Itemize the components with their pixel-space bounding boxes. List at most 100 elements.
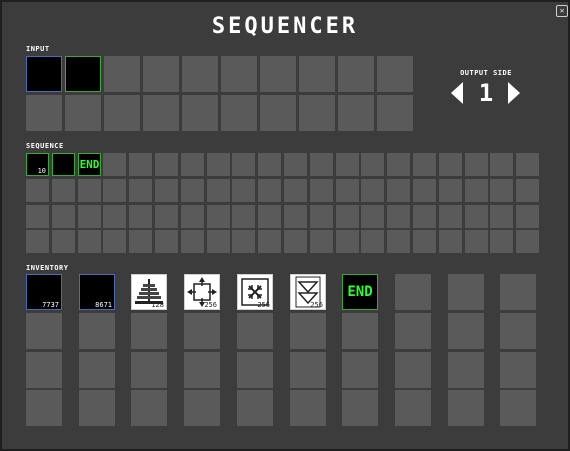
input-slot[interactable]: [299, 56, 335, 92]
input-slot[interactable]: [26, 95, 62, 131]
inventory-slot[interactable]: [184, 313, 220, 349]
sequence-slot[interactable]: [155, 153, 178, 176]
sequence-slot[interactable]: [258, 205, 281, 228]
inventory-slot[interactable]: [184, 390, 220, 426]
sequence-slot[interactable]: [284, 153, 307, 176]
sequence-slot[interactable]: [52, 205, 75, 228]
sequence-slot[interactable]: [155, 230, 178, 253]
input-slot[interactable]: [182, 95, 218, 131]
sequence-slot[interactable]: [78, 205, 101, 228]
inventory-slot[interactable]: [395, 352, 431, 388]
inventory-slot[interactable]: [500, 274, 536, 310]
sequence-slot[interactable]: [490, 153, 513, 176]
sequence-slot[interactable]: [181, 179, 204, 202]
inventory-slot[interactable]: 256: [184, 274, 220, 310]
input-slot[interactable]: [143, 95, 179, 131]
sequence-slot[interactable]: [310, 153, 333, 176]
sequence-slot[interactable]: [103, 153, 126, 176]
sequence-slot[interactable]: [181, 153, 204, 176]
input-slot[interactable]: [26, 56, 62, 92]
input-slot[interactable]: [65, 56, 101, 92]
inventory-slot[interactable]: [500, 313, 536, 349]
input-slot[interactable]: [104, 95, 140, 131]
sequence-slot[interactable]: [52, 230, 75, 253]
sequence-slot[interactable]: [310, 179, 333, 202]
sequence-slot[interactable]: [516, 153, 539, 176]
input-slot[interactable]: [377, 95, 413, 131]
sequence-slot[interactable]: [26, 205, 49, 228]
sequence-slot[interactable]: [232, 230, 255, 253]
sequence-slot[interactable]: [439, 179, 462, 202]
sequence-slot[interactable]: [465, 230, 488, 253]
sequence-slot[interactable]: [78, 179, 101, 202]
sequence-slot[interactable]: [155, 179, 178, 202]
output-side-prev-arrow-icon[interactable]: [451, 82, 463, 104]
sequence-slot[interactable]: 10: [26, 153, 49, 176]
inventory-slot[interactable]: 7737: [26, 274, 62, 310]
inventory-slot[interactable]: [131, 313, 167, 349]
sequence-slot[interactable]: [413, 205, 436, 228]
inventory-slot[interactable]: [79, 313, 115, 349]
input-slot[interactable]: [260, 56, 296, 92]
inventory-slot[interactable]: 8671: [79, 274, 115, 310]
inventory-slot[interactable]: [237, 313, 273, 349]
sequence-slot[interactable]: [387, 153, 410, 176]
sequence-slot[interactable]: [465, 179, 488, 202]
sequence-slot[interactable]: [361, 205, 384, 228]
inventory-slot[interactable]: [131, 352, 167, 388]
sequence-slot[interactable]: [361, 230, 384, 253]
sequence-slot[interactable]: [439, 153, 462, 176]
input-slot[interactable]: [182, 56, 218, 92]
sequence-slot[interactable]: [103, 179, 126, 202]
inventory-slot[interactable]: [79, 352, 115, 388]
inventory-slot[interactable]: [395, 390, 431, 426]
inventory-slot[interactable]: [500, 390, 536, 426]
sequence-slot[interactable]: [207, 230, 230, 253]
input-slot[interactable]: [338, 95, 374, 131]
sequence-slot[interactable]: [129, 153, 152, 176]
input-slot[interactable]: [338, 56, 374, 92]
sequence-slot[interactable]: [336, 205, 359, 228]
sequence-slot[interactable]: [26, 230, 49, 253]
sequence-slot[interactable]: [129, 205, 152, 228]
sequence-slot[interactable]: [103, 230, 126, 253]
sequence-slot[interactable]: [258, 230, 281, 253]
sequence-slot[interactable]: [207, 153, 230, 176]
sequence-slot[interactable]: [413, 230, 436, 253]
inventory-slot[interactable]: [448, 390, 484, 426]
inventory-slot[interactable]: 256: [290, 274, 326, 310]
sequence-slot[interactable]: [336, 230, 359, 253]
sequence-slot[interactable]: [310, 205, 333, 228]
sequence-slot[interactable]: [181, 230, 204, 253]
sequence-slot[interactable]: [387, 230, 410, 253]
inventory-slot[interactable]: [237, 352, 273, 388]
sequence-slot[interactable]: [465, 153, 488, 176]
sequence-slot[interactable]: [78, 230, 101, 253]
sequence-slot[interactable]: [361, 179, 384, 202]
inventory-slot[interactable]: [26, 390, 62, 426]
sequence-slot[interactable]: [310, 230, 333, 253]
inventory-slot[interactable]: [395, 274, 431, 310]
sequence-slot[interactable]: [26, 179, 49, 202]
sequence-slot[interactable]: [284, 205, 307, 228]
sequence-slot[interactable]: [336, 179, 359, 202]
inventory-slot[interactable]: [500, 352, 536, 388]
sequence-slot[interactable]: [490, 230, 513, 253]
sequence-slot[interactable]: [232, 153, 255, 176]
sequence-slot[interactable]: [413, 153, 436, 176]
input-slot[interactable]: [104, 56, 140, 92]
sequence-slot[interactable]: [439, 205, 462, 228]
input-slot[interactable]: [143, 56, 179, 92]
sequence-slot[interactable]: [129, 230, 152, 253]
inventory-slot[interactable]: [448, 352, 484, 388]
sequence-slot[interactable]: [439, 230, 462, 253]
input-slot[interactable]: [65, 95, 101, 131]
sequence-slot[interactable]: [207, 205, 230, 228]
input-slot[interactable]: [221, 56, 257, 92]
inventory-slot[interactable]: [184, 352, 220, 388]
sequence-slot[interactable]: [387, 205, 410, 228]
inventory-slot[interactable]: [342, 390, 378, 426]
inventory-slot[interactable]: END: [342, 274, 378, 310]
sequence-slot[interactable]: [490, 179, 513, 202]
inventory-slot[interactable]: [448, 313, 484, 349]
